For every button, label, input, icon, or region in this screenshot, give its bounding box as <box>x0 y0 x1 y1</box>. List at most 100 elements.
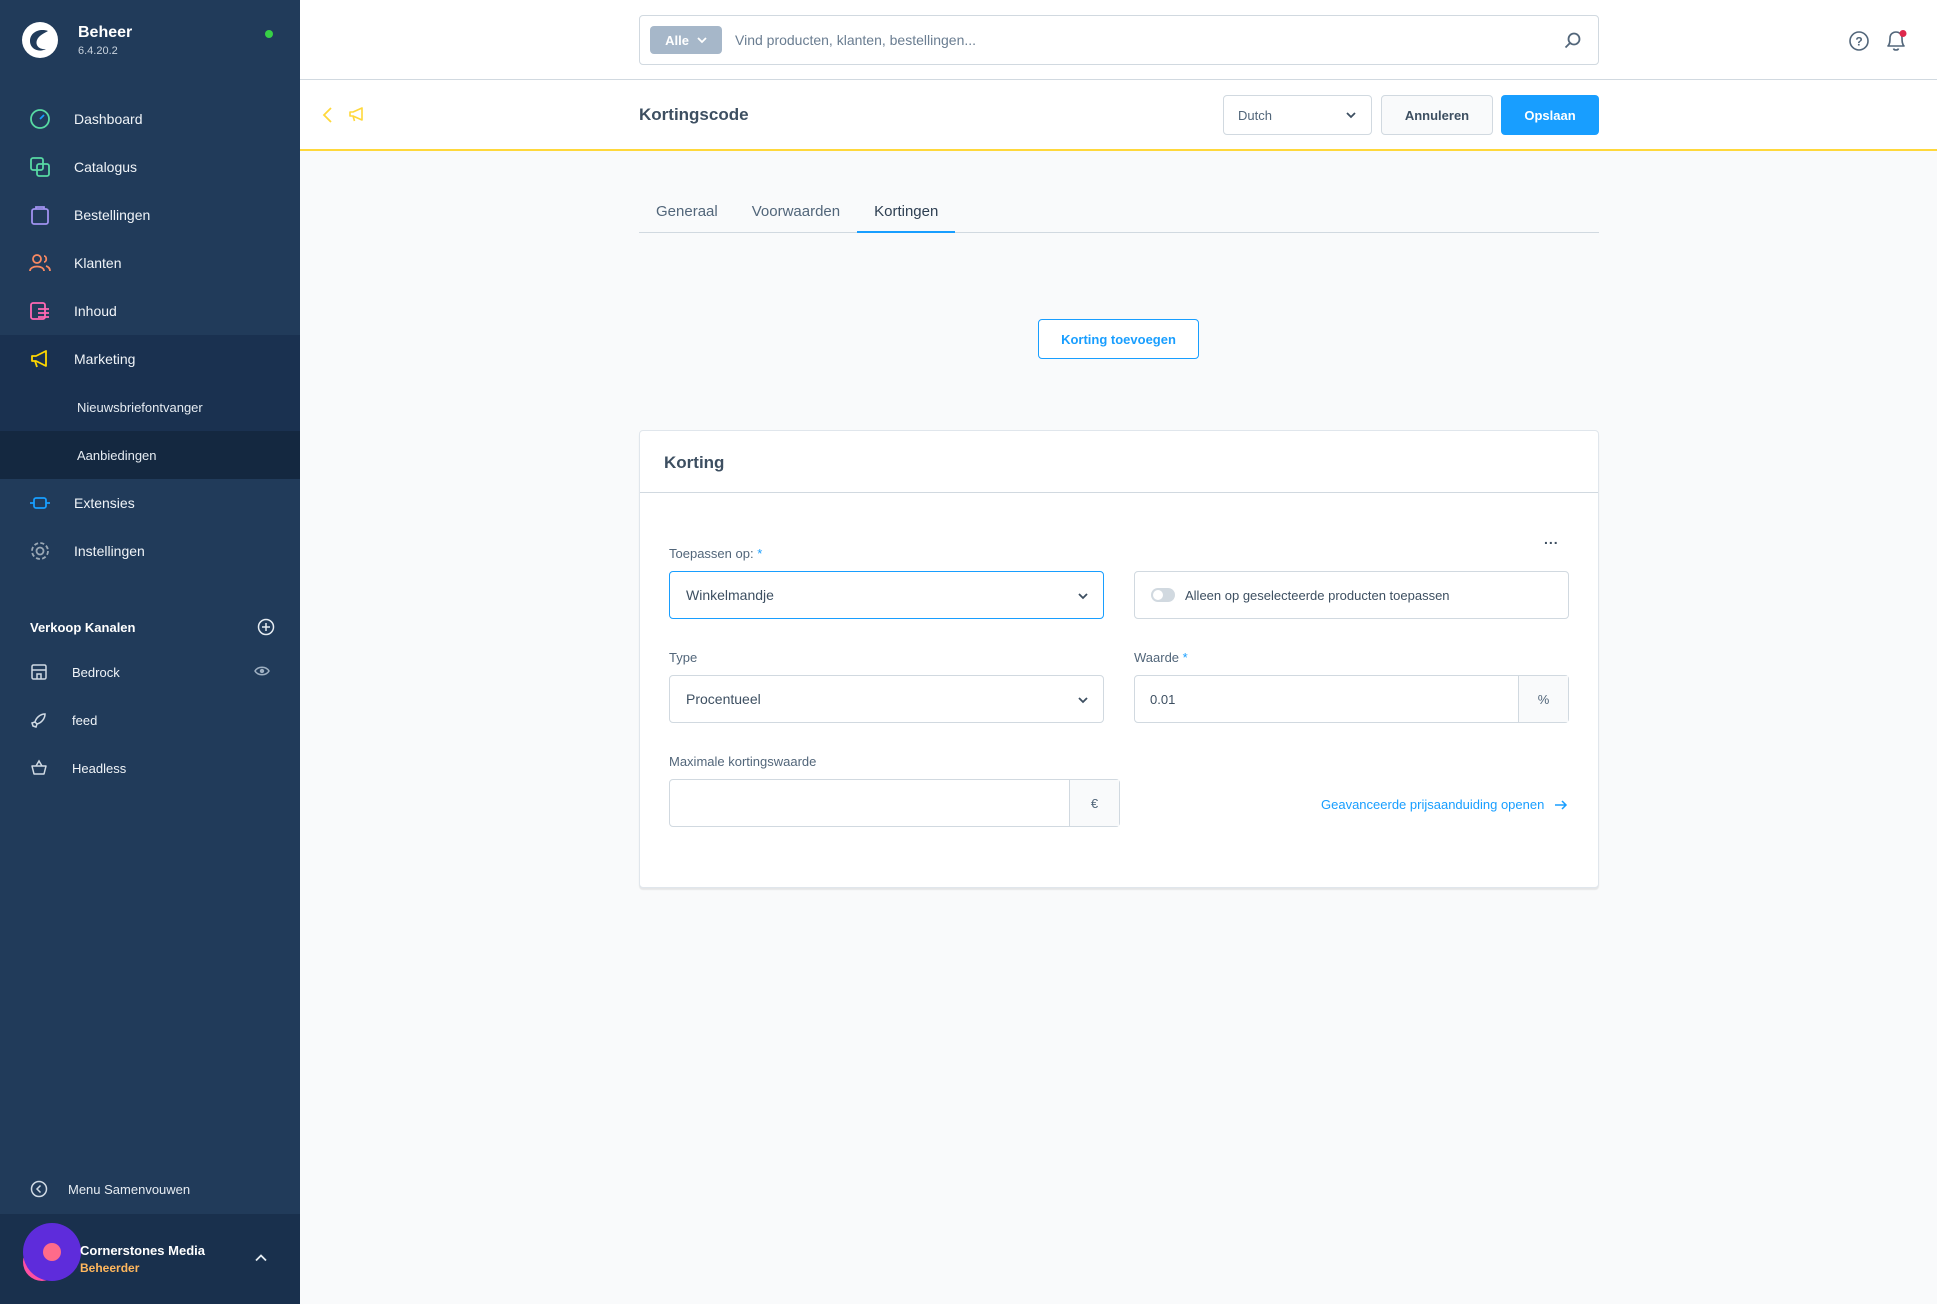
sidebar-item-extensies[interactable]: Extensies <box>0 479 300 527</box>
page-title: Kortingscode <box>639 105 749 124</box>
value-label-text: Waarde <box>1134 650 1180 665</box>
sidebar-subitem-aanbiedingen[interactable]: Aanbiedingen <box>0 431 300 479</box>
sidebar-item-label: Extensies <box>74 495 135 511</box>
user-role: Beheerder <box>80 1261 140 1275</box>
main-nav: Dashboard Catalogus Bestellingen Klanten… <box>0 95 300 575</box>
sales-channels-list: Bedrock feed Headless <box>0 648 300 792</box>
status-indicator <box>265 30 273 38</box>
sidebar-item-inhoud[interactable]: Inhoud <box>0 287 300 335</box>
arrow-right-icon <box>1555 799 1568 810</box>
max-discount-input[interactable] <box>670 780 1069 826</box>
sidebar-item-klanten[interactable]: Klanten <box>0 239 300 287</box>
percent-suffix: % <box>1518 676 1568 722</box>
sales-channels-title: Verkoop Kanalen <box>30 619 136 635</box>
sidebar-item-label: Bestellingen <box>74 207 151 223</box>
search-type-selector[interactable]: Alle <box>650 26 722 54</box>
required-mark: * <box>757 546 763 561</box>
sidebar-item-label: Catalogus <box>74 159 138 175</box>
sales-channel-headless[interactable]: Headless <box>0 744 300 792</box>
customers-icon <box>28 251 52 275</box>
add-circle-icon[interactable] <box>257 618 275 636</box>
card-divider <box>640 492 1598 493</box>
orders-icon <box>28 203 52 227</box>
apply-to-label: Toepassen op: * <box>669 546 762 561</box>
discount-card: Korting ... Toepassen op: * Winkelmandje… <box>639 430 1599 888</box>
only-selected-products-toggle[interactable] <box>1151 588 1175 602</box>
sidebar-item-bestellingen[interactable]: Bestellingen <box>0 191 300 239</box>
dashboard-icon <box>28 107 52 131</box>
shopware-logo-icon <box>22 22 58 58</box>
basket-icon <box>31 759 47 775</box>
sales-channel-label: feed <box>72 712 98 728</box>
sidebar-item-instellingen[interactable]: Instellingen <box>0 527 300 575</box>
eye-icon[interactable] <box>254 664 270 678</box>
help-icon[interactable]: ? <box>1849 31 1869 51</box>
euro-suffix: € <box>1069 780 1119 826</box>
user-name: Cornerstones Media <box>80 1243 205 1258</box>
marketing-icon <box>349 107 363 122</box>
smart-bar <box>300 80 1937 151</box>
brand[interactable]: Beheer 6.4.20.2 <box>22 22 132 58</box>
add-discount-button[interactable]: Korting toevoegen <box>1038 319 1199 359</box>
search-input[interactable] <box>735 28 1535 52</box>
sidebar-subitem-nieuwsbriefontvanger[interactable]: Nieuwsbriefontvanger <box>0 383 300 431</box>
chevron-left-circle-icon <box>30 1180 48 1198</box>
save-button[interactable]: Opslaan <box>1501 95 1599 135</box>
avatar[interactable] <box>20 1222 82 1284</box>
sidebar-item-dashboard[interactable]: Dashboard <box>0 95 300 143</box>
bell-icon[interactable] <box>1884 30 1908 52</box>
collapse-menu-label: Menu Samenvouwen <box>68 1181 191 1197</box>
sales-channel-label: Headless <box>72 760 127 776</box>
type-select[interactable]: Procentueel <box>669 675 1104 723</box>
catalogue-icon <box>28 155 52 179</box>
max-discount-field: € <box>669 779 1120 827</box>
app-name: Beheer <box>78 23 133 41</box>
chevron-down-icon <box>697 37 707 44</box>
apply-to-select[interactable]: Winkelmandje <box>669 571 1104 619</box>
chevron-down-icon <box>1078 593 1088 600</box>
storefront-icon <box>31 664 47 680</box>
type-value: Procentueel <box>686 691 761 707</box>
sidebar-item-label: Marketing <box>74 351 136 367</box>
app-version: 6.4.20.2 <box>78 44 118 57</box>
cancel-button[interactable]: Annuleren <box>1381 95 1493 135</box>
sidebar-item-catalogus[interactable]: Catalogus <box>0 143 300 191</box>
settings-icon <box>28 539 52 563</box>
chevron-up-icon[interactable] <box>253 1250 269 1266</box>
search-icon[interactable] <box>1564 31 1582 49</box>
type-label: Type <box>669 650 698 665</box>
collapse-menu-button[interactable]: Menu Samenvouwen <box>30 1180 190 1198</box>
content-icon <box>28 299 52 323</box>
sales-channel-label: Bedrock <box>72 664 120 680</box>
only-selected-products-field: Alleen op geselecteerde producten toepas… <box>1134 571 1569 619</box>
language-select[interactable]: Dutch <box>1223 95 1372 135</box>
apply-to-value: Winkelmandje <box>686 587 774 603</box>
global-search[interactable]: Alle <box>639 15 1599 65</box>
value-label: Waarde * <box>1134 650 1188 665</box>
value-input[interactable]: 0.01 <box>1135 676 1518 722</box>
chevron-down-icon <box>1078 697 1088 704</box>
chevron-down-icon <box>1346 112 1356 119</box>
sidebar-item-label: Inhoud <box>74 303 117 319</box>
advanced-pricing-label: Geavanceerde prijsaanduiding openen <box>1321 797 1545 812</box>
sales-channel-feed[interactable]: feed <box>0 696 300 744</box>
svg-text:?: ? <box>1855 35 1862 49</box>
sidebar-item-label: Klanten <box>74 255 122 271</box>
sidebar: Beheer 6.4.20.2 Dashboard Catalogus Best… <box>0 0 300 1304</box>
card-title: Korting <box>664 453 725 472</box>
chevron-left-icon[interactable] <box>321 106 335 124</box>
tab-generaal[interactable]: Generaal <box>639 195 735 233</box>
search-type-label: Alle <box>665 32 689 48</box>
sidebar-item-marketing[interactable]: Marketing <box>0 335 300 383</box>
language-value: Dutch <box>1238 107 1272 123</box>
apply-to-label-text: Toepassen op: <box>669 546 754 561</box>
tab-voorwaarden[interactable]: Voorwaarden <box>735 195 857 233</box>
tabs: Generaal Voorwaarden Kortingen <box>639 195 1599 233</box>
only-selected-products-label: Alleen op geselecteerde producten toepas… <box>1185 587 1450 603</box>
advanced-pricing-link[interactable]: Geavanceerde prijsaanduiding openen <box>1321 797 1568 812</box>
value-field: 0.01 % <box>1134 675 1569 723</box>
context-menu-button[interactable]: ... <box>1544 531 1559 547</box>
tab-kortingen[interactable]: Kortingen <box>857 195 956 233</box>
extensions-icon <box>28 491 52 515</box>
sales-channel-bedrock[interactable]: Bedrock <box>0 648 300 696</box>
